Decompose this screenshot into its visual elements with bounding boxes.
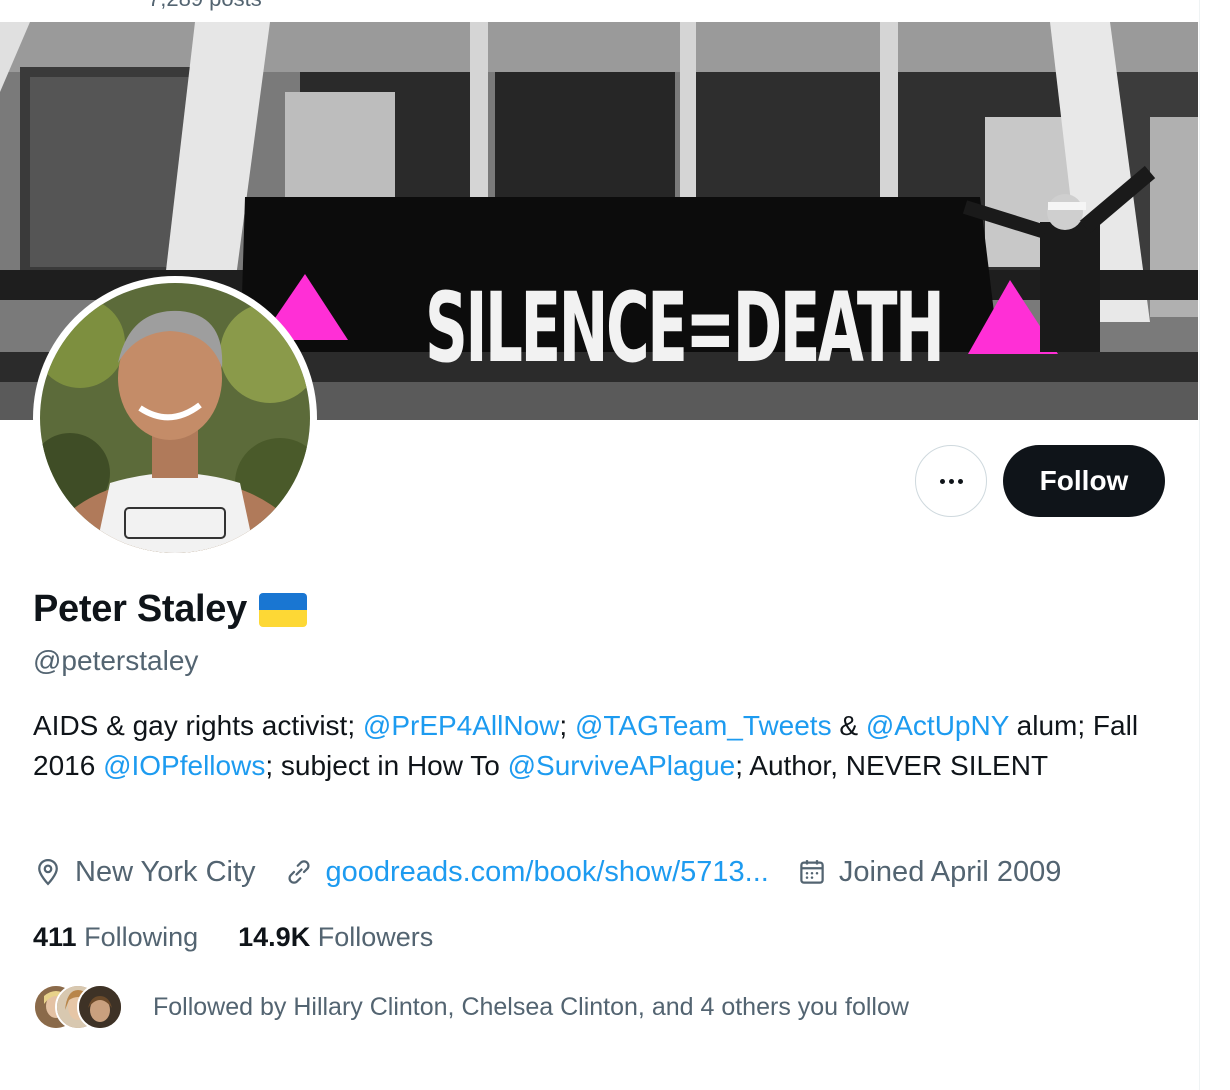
- followers-count: 14.9K: [238, 922, 311, 952]
- bio-mention-prep4allnow[interactable]: @PrEP4AllNow: [363, 710, 559, 741]
- following-count: 411: [33, 922, 77, 952]
- following-label: Following: [84, 922, 199, 952]
- ukraine-flag-icon: [258, 592, 307, 627]
- follow-button[interactable]: Follow: [1003, 445, 1165, 517]
- location-pin-icon: [38, 858, 58, 886]
- bio-mention-surviveaplague[interactable]: @SurviveAPlague: [508, 750, 736, 781]
- follow-stats: 411 Following 14.9K Followers: [33, 922, 473, 953]
- bio-mention-actupny[interactable]: @ActUpNY: [866, 710, 1009, 741]
- profile-page: 7,289 posts: [0, 0, 1200, 1090]
- more-options-button[interactable]: [915, 445, 987, 517]
- join-date-text: Joined April 2009: [838, 855, 1062, 888]
- posts-count: 7,289 posts: [148, 0, 262, 12]
- location-text: New York City: [75, 855, 256, 888]
- profile-bio: AIDS & gay rights activist; @PrEP4AllNow…: [33, 706, 1173, 786]
- followed-by[interactable]: Followed by Hillary Clinton, Chelsea Cli…: [33, 984, 909, 1030]
- link-icon: [287, 860, 310, 884]
- bio-text: &: [831, 710, 866, 741]
- location: New York City: [33, 856, 256, 889]
- display-name: Peter Staley: [33, 588, 247, 630]
- bio-text: ; subject in How To: [265, 750, 508, 781]
- calendar-icon: [800, 860, 824, 884]
- website[interactable]: goodreads.com/book/show/5713...: [284, 856, 769, 889]
- followers-link[interactable]: 14.9K Followers: [238, 922, 433, 953]
- website-link[interactable]: goodreads.com/book/show/5713...: [326, 856, 769, 889]
- avatar-photo: [40, 283, 310, 553]
- ellipsis-icon: [939, 478, 963, 484]
- bio-mention-tagteam[interactable]: @TAGTeam_Tweets: [575, 710, 832, 741]
- profile-meta: New York City goodreads.com/book/show/57…: [33, 852, 1089, 892]
- following-link[interactable]: 411 Following: [33, 922, 198, 953]
- followers-label: Followers: [317, 922, 434, 952]
- bio-text: ;: [559, 710, 575, 741]
- followed-by-avatars: [33, 984, 133, 1030]
- followed-by-text: Followed by Hillary Clinton, Chelsea Cli…: [153, 992, 909, 1021]
- join-date: Joined April 2009: [797, 855, 1062, 889]
- bio-text: ; Author, NEVER SILENT: [735, 750, 1049, 781]
- bio-mention-iopfellows[interactable]: @IOPfellows: [103, 750, 265, 781]
- profile-handle: @peterstaley: [33, 645, 199, 676]
- profile-avatar[interactable]: [33, 276, 317, 560]
- avatar: [77, 984, 123, 1030]
- banner-slogan: SILENCE=DEATH: [425, 272, 945, 384]
- profile-name-row: Peter Staley: [33, 588, 307, 631]
- bio-text: AIDS & gay rights activist;: [33, 710, 363, 741]
